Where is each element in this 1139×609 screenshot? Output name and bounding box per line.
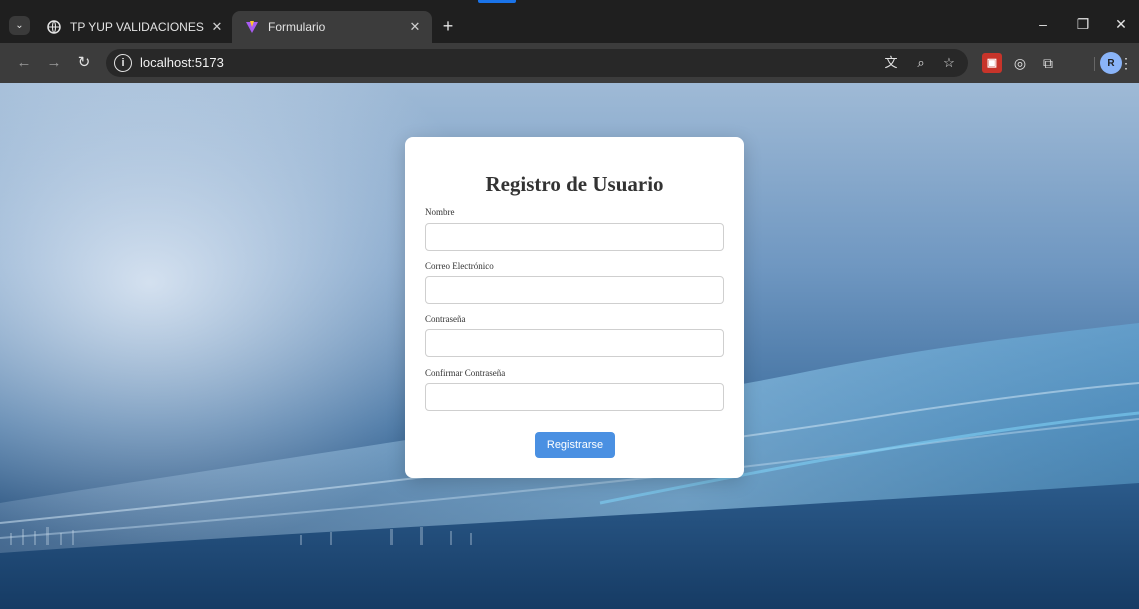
tab-title: TP YUP VALIDACIONES bbox=[70, 20, 204, 34]
tab-search-button[interactable]: ⌄ bbox=[9, 16, 30, 35]
extensions-puzzle-icon[interactable]: ⧉ bbox=[1038, 53, 1058, 73]
tab-formulario[interactable]: Formulario ✕ bbox=[232, 11, 432, 43]
registrarse-button[interactable]: Registrarse bbox=[535, 432, 615, 458]
nombre-input[interactable] bbox=[425, 223, 724, 251]
form-title: Registro de Usuario bbox=[485, 172, 664, 196]
browser-toolbar: ← → ↻ i localhost:5173 文 ⌕ ☆ ▣ ◎ ⧉ R ⋮ bbox=[0, 43, 1139, 83]
record-icon[interactable]: ◎ bbox=[1010, 53, 1030, 73]
tab-tp-yup-validaciones[interactable]: TP YUP VALIDACIONES ✕ bbox=[34, 11, 234, 43]
page-viewport: Registro de Usuario Nombre Correo Electr… bbox=[0, 83, 1139, 609]
site-info-icon[interactable]: i bbox=[114, 54, 132, 72]
nombre-label: Nombre bbox=[425, 207, 455, 217]
tab-strip-indicator bbox=[478, 0, 516, 3]
translate-icon[interactable]: 文 bbox=[882, 54, 900, 72]
zoom-icon[interactable]: ⌕ bbox=[912, 54, 930, 72]
vite-icon bbox=[244, 19, 260, 35]
tab-title: Formulario bbox=[268, 20, 326, 34]
extension-red-icon[interactable]: ▣ bbox=[982, 53, 1002, 73]
bookmark-star-icon[interactable]: ☆ bbox=[940, 54, 958, 72]
restore-icon[interactable]: ❐ bbox=[1072, 14, 1094, 34]
url-text[interactable]: localhost:5173 bbox=[140, 55, 224, 70]
menu-kebab-icon[interactable]: ⋮ bbox=[1116, 53, 1136, 73]
minimize-icon[interactable]: – bbox=[1032, 14, 1054, 34]
address-bar[interactable]: i localhost:5173 文 ⌕ ☆ bbox=[106, 49, 968, 77]
tab-strip: ⌄ TP YUP VALIDACIONES ✕ Formulario ✕ + –… bbox=[0, 0, 1139, 46]
forward-icon[interactable]: → bbox=[44, 53, 64, 73]
back-icon[interactable]: ← bbox=[14, 53, 34, 73]
toolbar-divider bbox=[1094, 57, 1095, 71]
correo-label: Correo Electrónico bbox=[425, 261, 494, 271]
correo-input[interactable] bbox=[425, 276, 724, 304]
close-icon[interactable]: ✕ bbox=[208, 18, 226, 36]
chevron-down-icon: ⌄ bbox=[15, 20, 24, 31]
close-window-icon[interactable]: ✕ bbox=[1110, 14, 1132, 34]
registration-form-card: Registro de Usuario Nombre Correo Electr… bbox=[405, 137, 744, 478]
new-tab-button[interactable]: + bbox=[438, 17, 458, 37]
close-icon[interactable]: ✕ bbox=[406, 18, 424, 36]
confirmar-contrasena-label: Confirmar Contraseña bbox=[425, 368, 506, 378]
contrasena-input[interactable] bbox=[425, 329, 724, 357]
confirmar-contrasena-input[interactable] bbox=[425, 383, 724, 411]
contrasena-label: Contraseña bbox=[425, 314, 466, 324]
reload-icon[interactable]: ↻ bbox=[74, 53, 94, 73]
globe-icon bbox=[46, 19, 62, 35]
